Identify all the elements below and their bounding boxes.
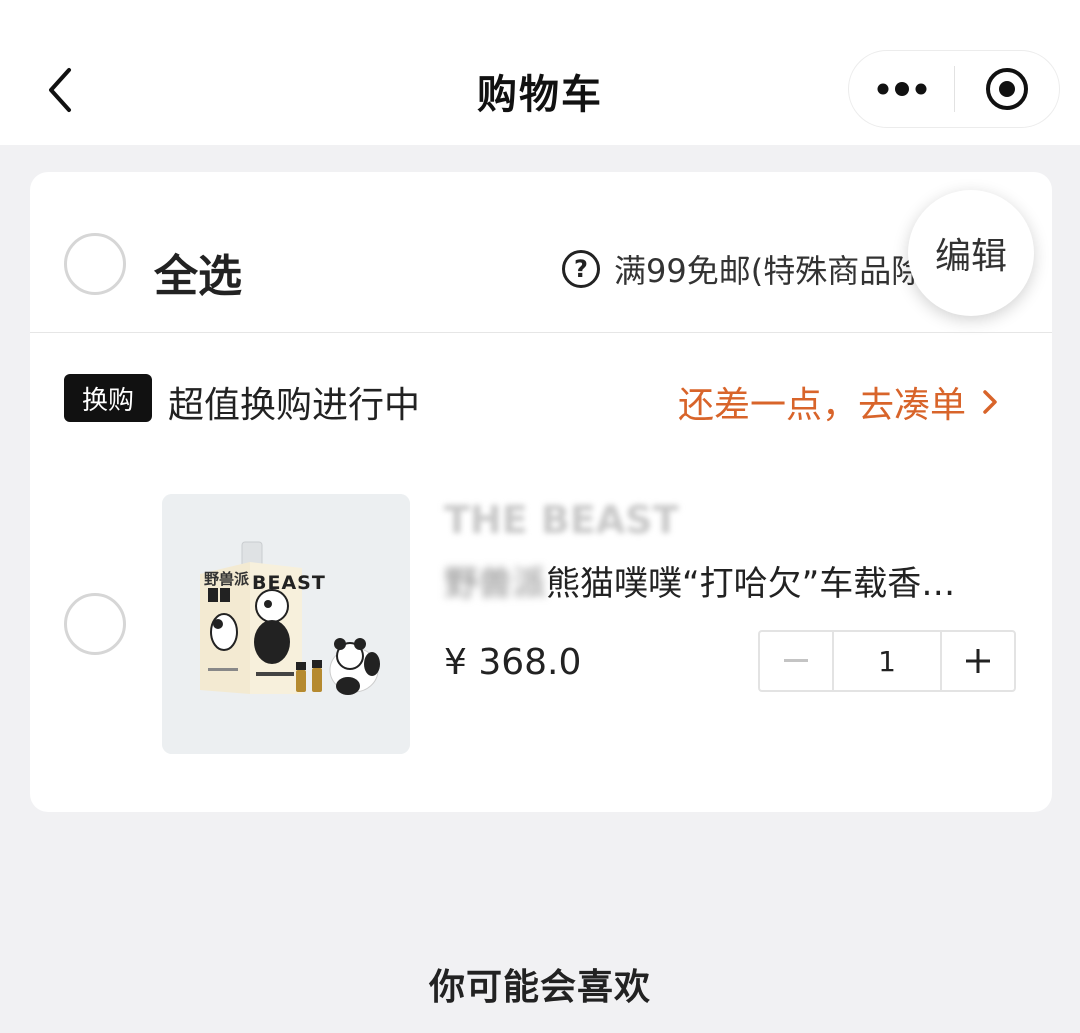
product-brand: THE BEAST <box>444 498 679 542</box>
product-name-visible: 熊猫噗噗“打哈欠”车载香… <box>546 564 956 604</box>
minus-icon <box>784 659 808 662</box>
quantity-stepper: 1 <box>758 630 1016 692</box>
cart-card: 全选 ? 满99免邮(特殊商品除外) 编辑 换购 超值换购进行中 还差一点，去凑… <box>30 172 1052 812</box>
select-all-checkbox[interactable] <box>64 233 126 295</box>
add-on-link[interactable]: 还差一点，去凑单 <box>678 376 998 428</box>
nav-bar: 购物车 <box>0 0 1080 145</box>
product-photo <box>162 494 410 754</box>
add-on-link-label: 还差一点，去凑单 <box>678 385 967 426</box>
more-button[interactable] <box>849 51 954 127</box>
item-checkbox[interactable] <box>64 593 126 655</box>
product-price: ¥ 368.0 <box>444 642 582 683</box>
help-icon: ? <box>562 250 600 288</box>
product-name[interactable]: 野兽派 熊猫噗噗“打哈欠”车载香… <box>444 556 955 605</box>
chevron-right-icon <box>983 390 997 414</box>
shipping-note[interactable]: ? 满99免邮(特殊商品除外) <box>562 246 968 292</box>
select-all-label[interactable]: 全选 <box>154 240 242 304</box>
close-mini-program-button[interactable] <box>955 51 1059 127</box>
more-dots-icon <box>877 82 926 96</box>
promo-badge: 换购 <box>64 374 152 422</box>
target-circle-icon <box>985 68 1028 110</box>
product-image-label-brand: BEAST <box>252 572 326 594</box>
divider <box>30 332 1052 333</box>
plus-icon <box>966 649 990 673</box>
promo-text: 超值换购进行中 <box>168 385 421 426</box>
product-image-label-top: 野兽派 <box>204 570 250 588</box>
edit-button[interactable]: 编辑 <box>908 190 1034 316</box>
recommendations-title: 你可能会喜欢 <box>428 967 651 1008</box>
mini-program-capsule <box>848 50 1060 128</box>
decrease-quantity-button[interactable] <box>760 632 832 690</box>
quantity-input[interactable]: 1 <box>832 632 942 690</box>
product-name-blurred: 野兽派 <box>444 564 546 604</box>
increase-quantity-button[interactable] <box>942 632 1014 690</box>
product-image[interactable]: 野兽派 BEAST <box>162 494 410 754</box>
